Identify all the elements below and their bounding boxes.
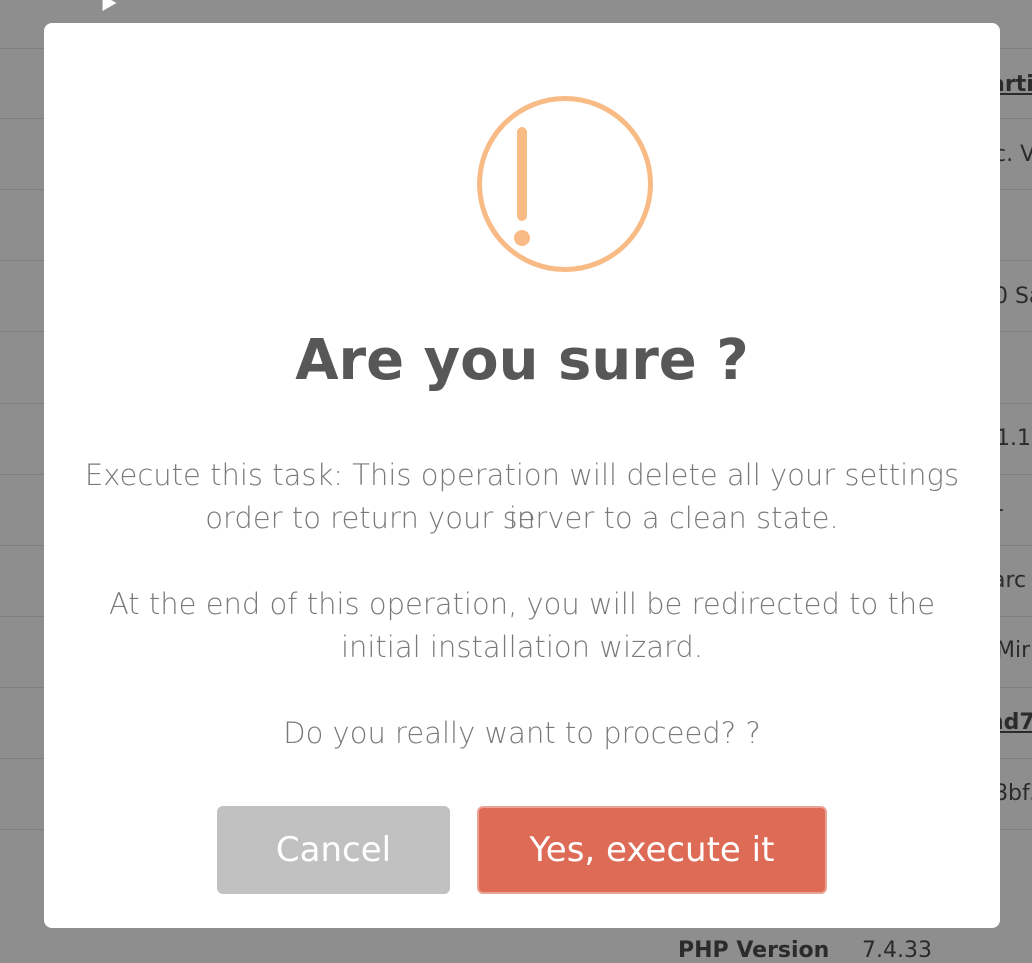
php-version-value: 7.4.33 [862,938,932,963]
php-version-label: PHP Version [678,938,830,963]
warning-icon [477,96,653,272]
mouse-cursor-icon [95,0,117,12]
confirm-button[interactable]: Yes, execute it [477,806,827,894]
warning-icon-dot [514,230,530,246]
background-text: Mir [996,638,1031,663]
cancel-button[interactable]: Cancel [217,806,450,894]
dialog-message-line: initial installation wizard. [340,630,704,664]
confirm-dialog: Are you sure ? Execute this task: This o… [44,23,1000,928]
background-text: 1.1 [996,426,1031,451]
warning-icon-bar [517,127,527,221]
dialog-message-line: order to return your server to a clean s… [205,501,839,535]
dialog-question: Do you really want to proceed? ? [283,716,761,750]
dialog-title: Are you sure ? [295,328,749,393]
dialog-message-line: At the end of this operation, you will b… [108,587,936,621]
